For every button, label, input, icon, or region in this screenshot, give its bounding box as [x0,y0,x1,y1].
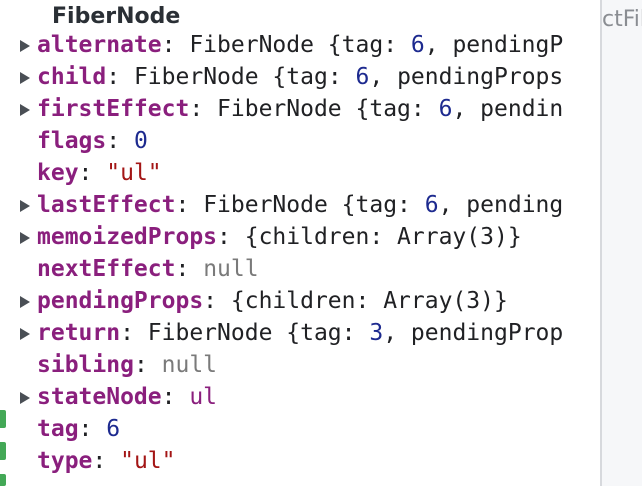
property-value: 6 [438,96,453,122]
property-colon: : [106,64,134,90]
property-key: pendingProps [37,288,204,314]
property-value: , pendingProp [383,320,564,346]
property-colon: : [217,224,245,250]
property-value: "ul" [120,448,176,474]
property-colon: : [133,352,162,378]
background-panel: ctFib [601,0,642,486]
property-list: alternate: FiberNode {tag: 6, pendingP ch… [8,29,600,477]
property-key: memoizedProps [37,224,218,250]
property-value: ul [189,384,218,410]
property-key: child [37,64,107,90]
property-value: 6 [424,192,439,218]
property-content: tag: 6 [37,413,600,445]
property-colon: : [161,32,190,58]
property-colon: : [203,288,231,314]
property-row-type: type: "ul" [8,445,600,477]
expand-triangle-icon[interactable] [20,296,30,308]
property-key: alternate [37,32,162,58]
property-content: return: FiberNode {tag: 3, pendingProp [37,317,600,349]
property-value: , pending [438,192,564,218]
property-key: nextEffect [37,256,176,282]
property-content: nextEffect: null [37,253,600,285]
property-key: sibling [37,352,134,378]
property-value: 6 [410,32,425,58]
property-row-tag: tag: 6 [8,413,600,445]
property-row-return[interactable]: return: FiberNode {tag: 3, pendingProp [8,317,600,349]
fiber-node-tooltip: FiberNode alternate: FiberNode {tag: 6, … [8,0,601,486]
property-row-next-effect: nextEffect: null [8,253,600,285]
background-text: ctFib [602,7,642,32]
property-colon: : [78,160,107,186]
property-colon: : [106,128,134,154]
property-colon: : [189,96,218,122]
property-content: alternate: FiberNode {tag: 6, pendingP [37,29,600,61]
property-colon: : [175,256,204,282]
property-row-state-node[interactable]: stateNode: ul [8,381,600,413]
property-key: firstEffect [37,96,190,122]
property-value: "ul" [106,160,162,186]
property-key: type [37,448,93,474]
property-value: FiberNode {tag: [189,32,411,58]
property-colon: : [175,192,204,218]
property-value: null [161,352,218,378]
property-content: type: "ul" [37,445,600,477]
edge-marker [0,442,6,460]
property-value: 0 [133,128,148,154]
property-content: pendingProps: {children: Array(3)} [37,285,600,317]
property-value: null [203,256,259,282]
expand-triangle-icon[interactable] [20,72,30,84]
property-content: child: FiberNode {tag: 6, pendingProps [37,61,600,93]
property-value: , pendingProps [369,64,564,90]
tooltip-title: FiberNode [52,4,181,29]
property-value: 6 [106,416,121,442]
property-colon: : [120,320,148,346]
property-content: firstEffect: FiberNode {tag: 6, pendin [37,93,600,125]
property-value: {children: Array(3)} [244,224,522,250]
property-row-key: key: "ul" [8,157,600,189]
property-key: key [37,160,79,186]
property-content: lastEffect: FiberNode {tag: 6, pending [37,189,600,221]
property-value: FiberNode {tag: [133,64,356,90]
property-key: stateNode [37,384,162,410]
property-row-child[interactable]: child: FiberNode {tag: 6, pendingProps [8,61,600,93]
property-colon: : [78,416,107,442]
edge-marker [0,410,6,428]
property-row-memoized-props[interactable]: memoizedProps: {children: Array(3)} [8,221,600,253]
property-value: 6 [355,64,370,90]
expand-triangle-icon[interactable] [20,40,30,52]
expand-triangle-icon[interactable] [20,104,30,116]
expand-triangle-icon[interactable] [20,328,30,340]
expand-triangle-icon[interactable] [20,232,30,244]
property-row-first-effect[interactable]: firstEffect: FiberNode {tag: 6, pendin [8,93,600,125]
property-row-last-effect[interactable]: lastEffect: FiberNode {tag: 6, pending [8,189,600,221]
property-value: FiberNode {tag: [147,320,370,346]
property-row-pending-props[interactable]: pendingProps: {children: Array(3)} [8,285,600,317]
property-content: memoizedProps: {children: Array(3)} [37,221,600,253]
property-content: stateNode: ul [37,381,600,413]
property-key: flags [37,128,107,154]
property-colon: : [92,448,121,474]
property-content: key: "ul" [37,157,600,189]
property-value: {children: Array(3)} [230,288,508,314]
property-value: FiberNode {tag: [203,192,425,218]
expand-triangle-icon[interactable] [20,392,30,404]
property-content: sibling: null [37,349,600,381]
property-row-alternate[interactable]: alternate: FiberNode {tag: 6, pendingP [8,29,600,61]
expand-triangle-icon[interactable] [20,200,30,212]
property-value: FiberNode {tag: [217,96,439,122]
property-value: , pendin [452,96,564,122]
property-row-flags: flags: 0 [8,125,600,157]
property-value: , pendingP [424,32,564,58]
left-edge-gutter [0,0,8,486]
property-value: 3 [369,320,384,346]
property-key: lastEffect [37,192,176,218]
property-row-sibling: sibling: null [8,349,600,381]
property-key: tag [37,416,79,442]
property-content: flags: 0 [37,125,600,157]
property-colon: : [161,384,190,410]
property-key: return [37,320,121,346]
edge-marker [0,474,6,486]
